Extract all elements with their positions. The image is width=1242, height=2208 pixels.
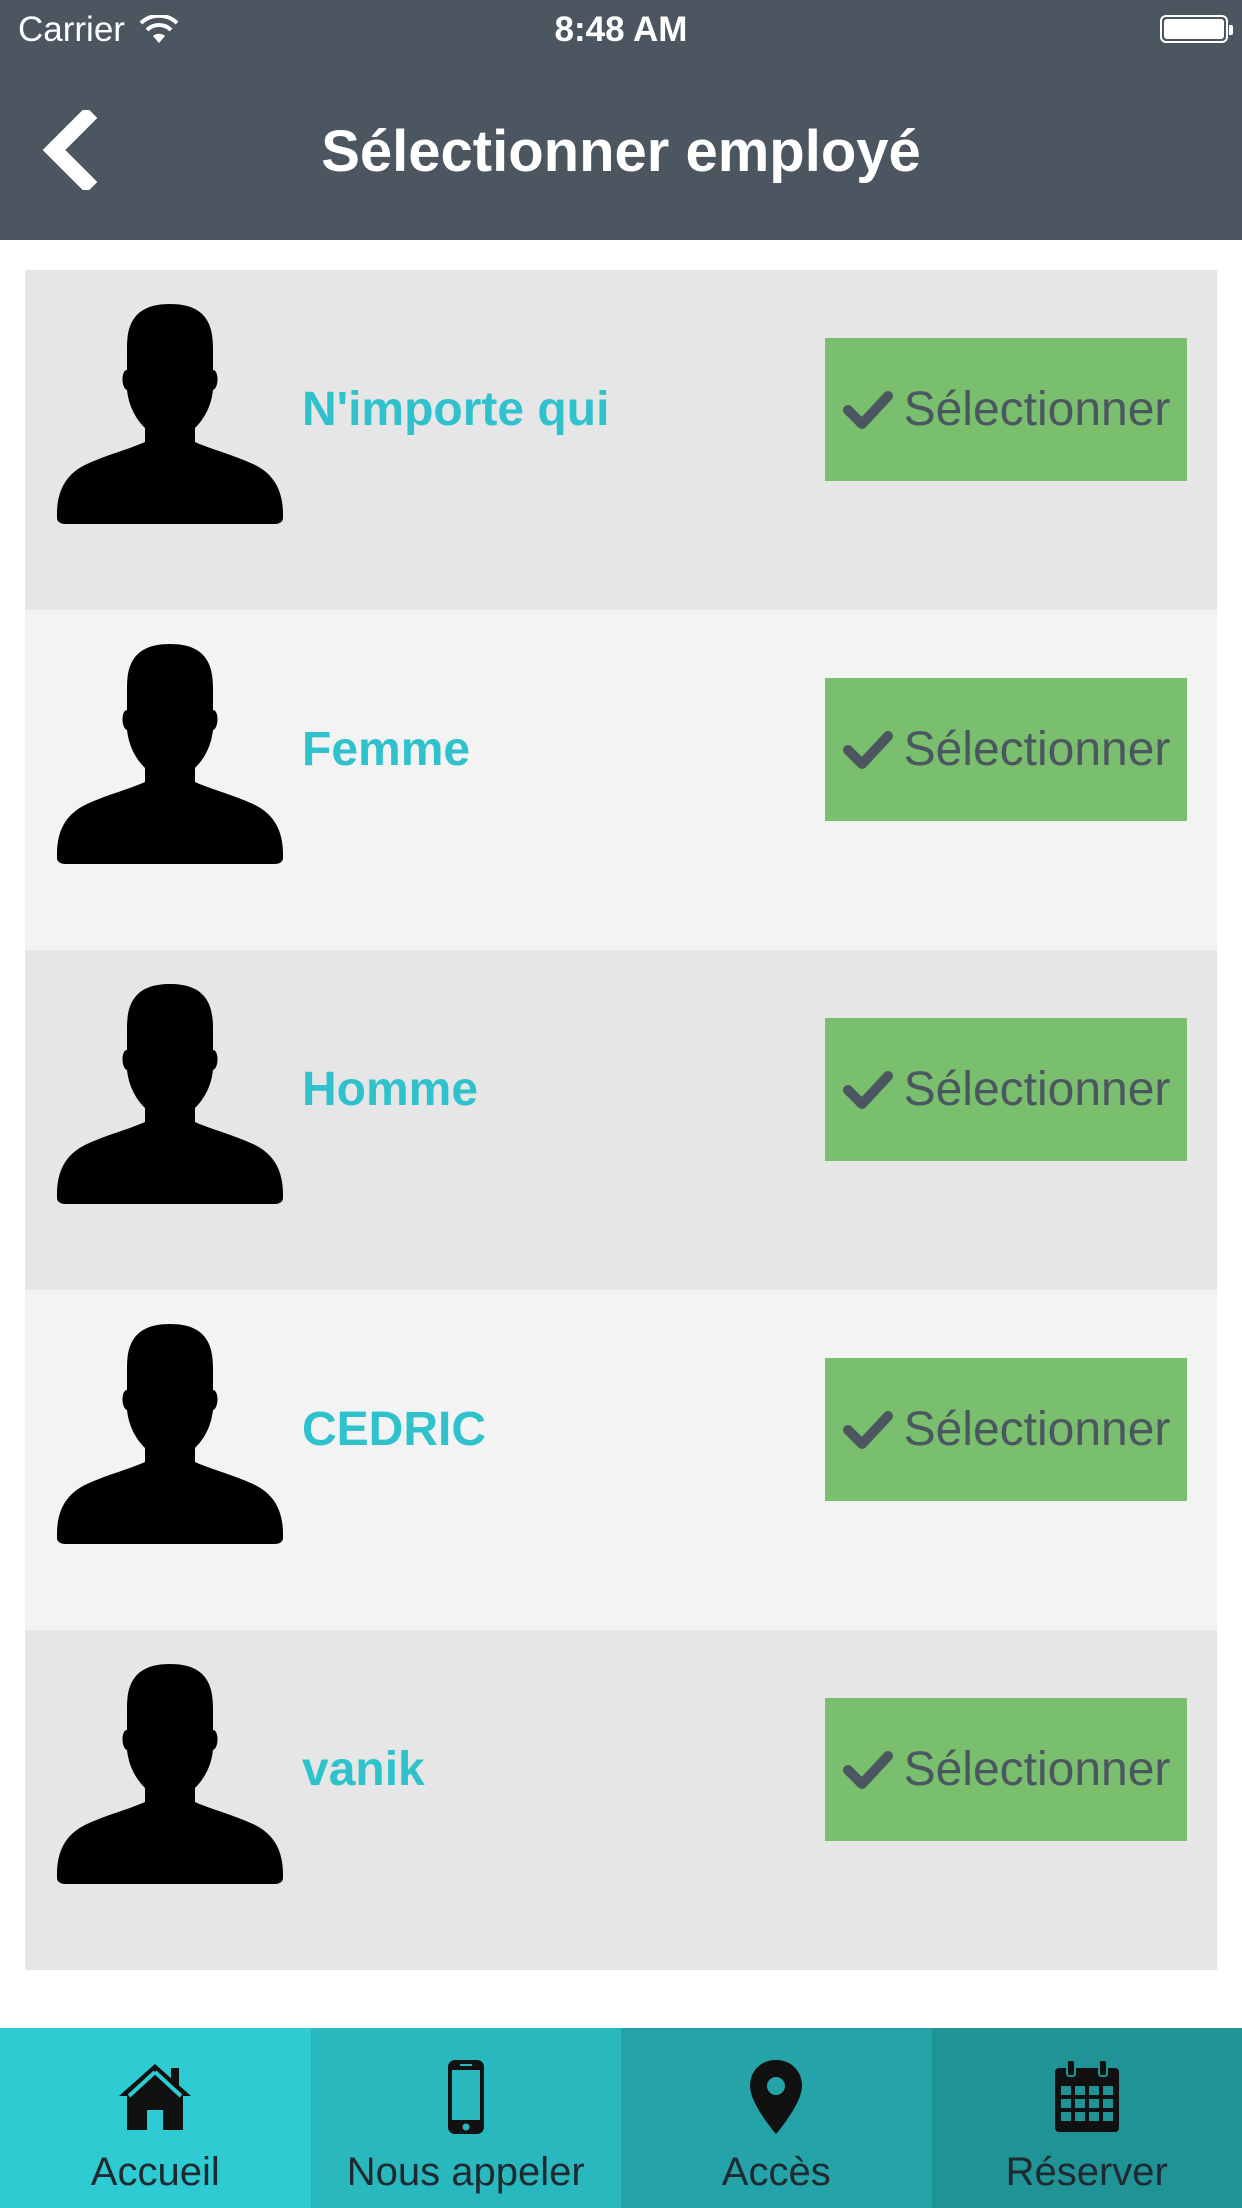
- app-screen: Carrier 8:48 AM Sélectionner employé N'i…: [0, 0, 1242, 2208]
- checkmark-icon: [842, 730, 893, 769]
- employee-row: N'importe qui Sélectionner: [25, 270, 1217, 610]
- employee-list: N'importe qui Sélectionner Femme Sélecti…: [25, 270, 1217, 1970]
- select-button-label: Sélectionner: [903, 1063, 1171, 1116]
- tab-nous-appeler[interactable]: Nous appeler: [310, 2028, 621, 2208]
- checkmark-icon: [842, 1070, 893, 1109]
- tab-label: Nous appeler: [346, 2150, 585, 2194]
- select-button[interactable]: Sélectionner: [825, 338, 1187, 481]
- header-bar: Carrier 8:48 AM Sélectionner employé: [0, 0, 1242, 240]
- checkmark-icon: [842, 390, 893, 429]
- select-button-label: Sélectionner: [903, 723, 1171, 776]
- calendar-icon: [1054, 2059, 1119, 2132]
- status-time: 8:48 AM: [554, 10, 688, 49]
- employee-row: CEDRIC Sélectionner: [25, 1290, 1217, 1630]
- status-bar: Carrier 8:48 AM: [0, 0, 1242, 60]
- select-button[interactable]: Sélectionner: [825, 1698, 1187, 1841]
- tab-accueil[interactable]: Accueil: [0, 2028, 311, 2208]
- employee-row: Homme Sélectionner: [25, 950, 1217, 1290]
- person-silhouette-icon: [57, 1324, 283, 1544]
- select-button[interactable]: Sélectionner: [825, 1358, 1187, 1501]
- tab-label: Accueil: [90, 2150, 220, 2194]
- person-silhouette-icon: [57, 984, 283, 1204]
- select-button-label: Sélectionner: [903, 1743, 1171, 1796]
- person-silhouette-icon: [57, 304, 283, 524]
- employee-name: Homme: [302, 1063, 479, 1116]
- select-button-label: Sélectionner: [903, 1403, 1171, 1456]
- checkmark-icon: [842, 1750, 893, 1789]
- checkmark-icon: [842, 1410, 893, 1449]
- employee-name: Femme: [302, 723, 471, 776]
- tab-label: Réserver: [1005, 2150, 1168, 2194]
- tab-acces[interactable]: Accès: [621, 2028, 932, 2208]
- phone-icon: [447, 2060, 484, 2134]
- map-pin-icon: [750, 2060, 803, 2134]
- select-button-label: Sélectionner: [903, 383, 1171, 436]
- select-button[interactable]: Sélectionner: [825, 1018, 1187, 1161]
- person-silhouette-icon: [57, 644, 283, 864]
- employee-name: N'importe qui: [302, 383, 610, 436]
- select-button[interactable]: Sélectionner: [825, 678, 1187, 821]
- tab-label: Accès: [721, 2150, 831, 2194]
- employee-name: CEDRIC: [302, 1403, 487, 1456]
- employee-name: vanik: [302, 1743, 425, 1796]
- employee-row: vanik Sélectionner: [25, 1630, 1217, 1970]
- page-title: Sélectionner employé: [321, 119, 921, 184]
- home-icon: [119, 2064, 192, 2130]
- bottom-tab-bar: Accueil Nous appeler Accès Réserver: [0, 2028, 1242, 2208]
- person-silhouette-icon: [57, 1664, 283, 1884]
- employee-row: Femme Sélectionner: [25, 610, 1217, 950]
- tab-reserver[interactable]: Réserver: [931, 2028, 1242, 2208]
- battery-icon: [1160, 15, 1233, 43]
